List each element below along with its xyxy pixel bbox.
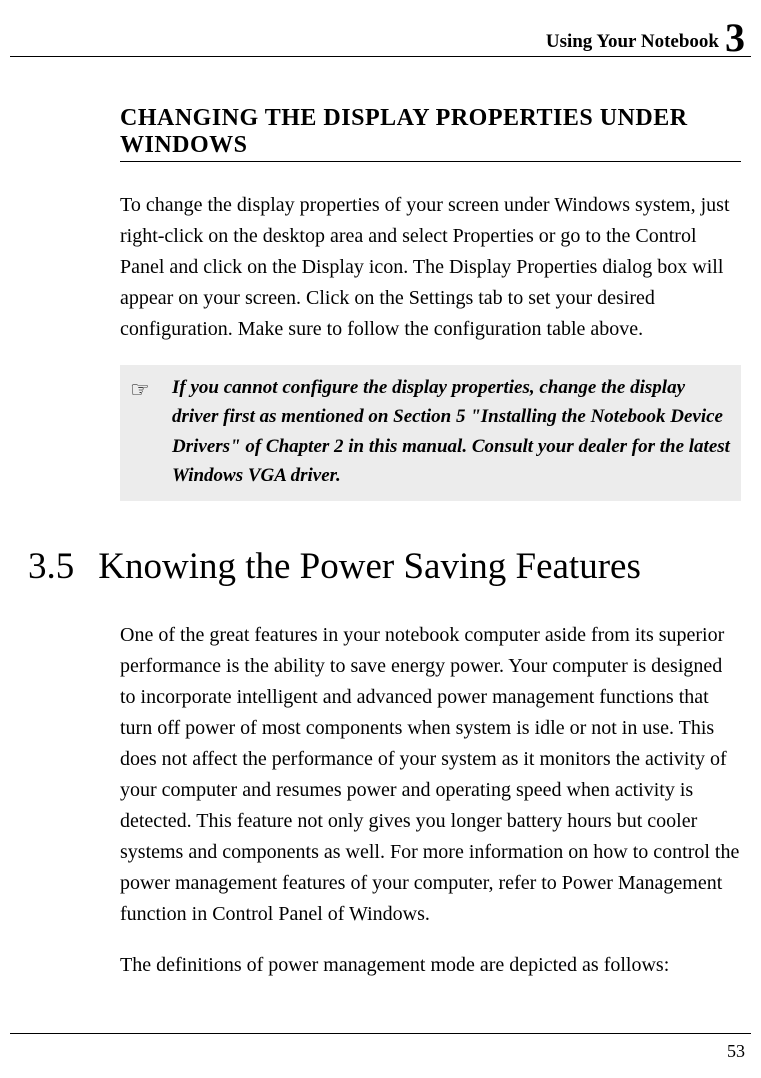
pointing-hand-icon: ☞	[130, 373, 152, 491]
section-number: 3.5	[28, 545, 74, 588]
paragraph-power-saving-2: The definitions of power management mode…	[120, 950, 741, 981]
section-title: Knowing the Power Saving Features	[98, 545, 641, 588]
paragraph-display-properties: To change the display properties of your…	[120, 190, 741, 345]
subsection-heading-display-properties: CHANGING THE DISPLAY PROPERTIES UNDER WI…	[120, 105, 741, 162]
page: Using Your Notebook 3 CHANGING THE DISPL…	[0, 0, 761, 1078]
content-column: CHANGING THE DISPLAY PROPERTIES UNDER WI…	[10, 105, 751, 981]
section-heading-row: 3.5 Knowing the Power Saving Features	[10, 545, 741, 588]
footer-rule	[10, 1033, 751, 1034]
note-box: ☞ If you cannot configure the display pr…	[120, 365, 741, 501]
paragraph-power-saving-1: One of the great features in your notebo…	[120, 620, 741, 930]
running-header: Using Your Notebook 3	[10, 14, 751, 54]
running-title: Using Your Notebook	[546, 31, 719, 53]
note-text: If you cannot configure the display prop…	[172, 373, 731, 491]
page-number: 53	[727, 1041, 745, 1062]
header-rule	[10, 56, 751, 57]
chapter-number: 3	[725, 18, 745, 58]
